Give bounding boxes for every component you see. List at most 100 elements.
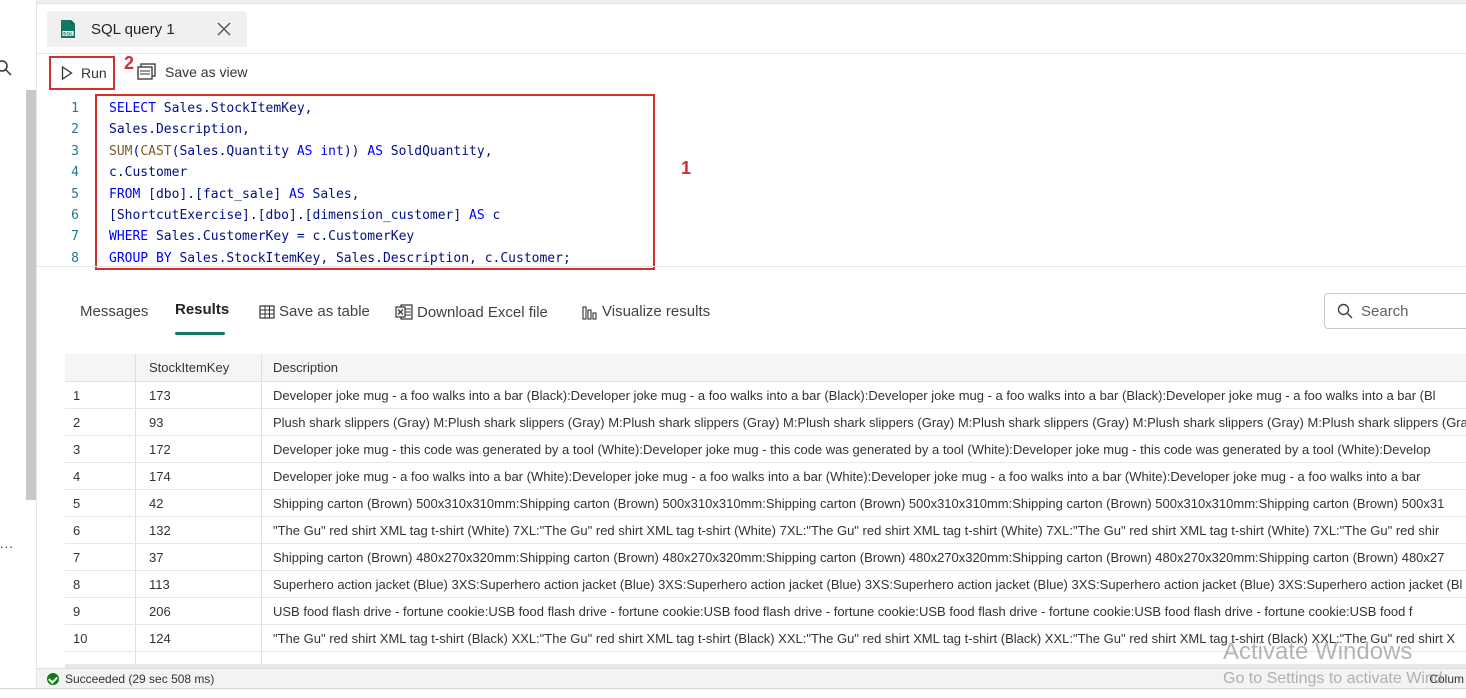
save-as-view-button[interactable]: Save as view	[137, 63, 247, 81]
line-number: 2	[71, 122, 79, 138]
cell-description[interactable]: Superhero action jacket (Blue) 3XS:Super…	[273, 571, 1466, 598]
code-area[interactable]: SELECT Sales.StockItemKey, Sales.Descrip…	[109, 98, 571, 269]
table-row[interactable]: 8 113 Superhero action jacket (Blue) 3XS…	[65, 571, 1466, 598]
save-as-table-label: Save as table	[279, 303, 370, 320]
row-index: 8	[73, 577, 81, 592]
code-line: c.Customer	[109, 165, 188, 181]
code-line: FROM [dbo].[fact_sale] AS Sales,	[109, 186, 360, 202]
row-index: 6	[73, 523, 81, 538]
excel-icon	[395, 304, 413, 320]
status-bar: Succeeded (29 sec 508 ms) Colum	[37, 668, 1466, 688]
code-line: Sales.Description,	[109, 122, 250, 138]
app-window: ... SQL SQL query 1 Run 2 Save as view 1…	[0, 0, 1466, 698]
row-index: 2	[73, 415, 81, 430]
visualize-results-button[interactable]: Visualize results	[582, 303, 710, 320]
run-button[interactable]: Run	[49, 56, 115, 90]
table-row[interactable]: 1 173 Developer joke mug - a foo walks i…	[65, 382, 1466, 409]
cell-description[interactable]: Developer joke mug - this code was gener…	[273, 436, 1466, 463]
left-rail: ...	[0, 0, 37, 698]
close-icon[interactable]	[215, 20, 233, 38]
cell-description[interactable]: Shipping carton (Brown) 480x270x320mm:Sh…	[273, 544, 1466, 571]
tab-results[interactable]: Results	[175, 301, 229, 318]
code-line: SELECT Sales.StockItemKey,	[109, 101, 313, 116]
callout-number-editor: 1	[681, 158, 692, 178]
sql-file-icon: SQL	[61, 20, 75, 38]
code-line: SUM(CAST(Sales.Quantity AS int)) AS Sold…	[109, 143, 493, 159]
row-index: 3	[73, 442, 81, 457]
table-row[interactable]: 9 206 USB food flash drive - fortune coo…	[65, 598, 1466, 625]
row-index: 4	[73, 469, 81, 484]
tab-messages[interactable]: Messages	[80, 303, 148, 320]
table-row[interactable]: 10 124 "The Gu" red shirt XML tag t-shir…	[65, 625, 1466, 652]
sql-editor[interactable]: 1 2 3 4 5 6 7 8 SELECT Sales.StockItemKe…	[37, 93, 1466, 270]
column-status[interactable]: Colum	[1429, 672, 1464, 686]
status-text: Succeeded (29 sec 508 ms)	[65, 671, 215, 686]
cell-description[interactable]: "The Gu" red shirt XML tag t-shirt (Blac…	[273, 625, 1466, 652]
tab-bar: SQL SQL query 1	[37, 4, 1466, 54]
download-excel-button[interactable]: Download Excel file	[395, 303, 548, 321]
results-grid[interactable]: StockItemKey Description 1 173 Developer…	[65, 354, 1466, 664]
active-tab-indicator	[175, 332, 225, 335]
table-icon	[259, 304, 275, 319]
cell-stockitemkey[interactable]: 174	[149, 463, 259, 490]
cell-stockitemkey[interactable]: 42	[149, 490, 259, 517]
window-bottom-edge	[0, 688, 1466, 698]
save-as-table-button[interactable]: Save as table	[259, 303, 370, 320]
cell-stockitemkey[interactable]: 172	[149, 436, 259, 463]
cell-stockitemkey[interactable]: 124	[149, 625, 259, 652]
code-line: [ShortcutExercise].[dbo].[dimension_cust…	[109, 207, 501, 223]
cell-description[interactable]: Developer joke mug - a foo walks into a …	[273, 463, 1466, 490]
line-number: 1	[71, 101, 79, 116]
results-toolbar: Messages Results Save as table Download …	[37, 288, 1466, 335]
cell-stockitemkey[interactable]: 206	[149, 598, 259, 625]
table-row[interactable]: 3 172 Developer joke mug - this code was…	[65, 436, 1466, 463]
callout-number-run: 2	[124, 53, 135, 73]
line-number: 6	[71, 207, 79, 223]
save-as-view-label: Save as view	[165, 64, 248, 80]
run-label: Run	[81, 65, 107, 81]
line-number: 3	[71, 143, 79, 159]
table-row[interactable]: 4 174 Developer joke mug - a foo walks i…	[65, 463, 1466, 490]
row-index: 9	[73, 604, 81, 619]
tab-sql-query[interactable]: SQL SQL query 1	[47, 11, 247, 47]
search-icon	[1337, 303, 1353, 319]
row-index: 1	[73, 388, 81, 403]
visualize-results-label: Visualize results	[602, 303, 711, 320]
cell-stockitemkey[interactable]: 113	[149, 571, 259, 598]
tab-title: SQL query 1	[91, 20, 175, 38]
cell-stockitemkey[interactable]: 37	[149, 544, 259, 571]
cell-description[interactable]: Developer joke mug - a foo walks into a …	[273, 382, 1466, 409]
table-row[interactable]: 6 132 "The Gu" red shirt XML tag t-shirt…	[65, 517, 1466, 544]
grid-header: StockItemKey Description	[65, 354, 1466, 382]
line-number: 5	[71, 186, 79, 202]
cell-description[interactable]: Plush shark slippers (Gray) M:Plush shar…	[273, 409, 1466, 436]
query-toolbar: Run 2 Save as view	[37, 53, 1466, 93]
column-header-description[interactable]: Description	[273, 354, 338, 382]
play-icon	[61, 66, 73, 80]
cell-stockitemkey[interactable]: 93	[149, 409, 259, 436]
cell-description[interactable]: Shipping carton (Brown) 500x310x310mm:Sh…	[273, 490, 1466, 517]
chart-icon	[582, 305, 597, 320]
line-numbers: 1 2 3 4 5 6 7 8	[37, 98, 87, 269]
save-view-icon	[137, 63, 156, 80]
success-icon	[47, 672, 59, 685]
search-input[interactable]	[1361, 302, 1466, 320]
cell-description[interactable]: USB food flash drive - fortune cookie:US…	[273, 598, 1466, 625]
column-header-stockitemkey[interactable]: StockItemKey	[149, 354, 229, 382]
rail-scrollbar[interactable]	[26, 90, 36, 500]
row-index: 7	[73, 550, 81, 565]
cell-description[interactable]: "The Gu" red shirt XML tag t-shirt (Whit…	[273, 517, 1466, 544]
line-number: 4	[71, 165, 79, 181]
results-search-box[interactable]	[1324, 293, 1466, 329]
cell-stockitemkey[interactable]: 132	[149, 517, 259, 544]
more-icon[interactable]: ...	[0, 536, 14, 551]
cell-stockitemkey[interactable]: 173	[149, 382, 259, 409]
table-row[interactable]: 7 37 Shipping carton (Brown) 480x270x320…	[65, 544, 1466, 571]
search-icon[interactable]	[0, 60, 12, 76]
row-index: 5	[73, 496, 81, 511]
editor-divider[interactable]	[37, 266, 1466, 267]
row-index: 10	[73, 631, 88, 646]
table-row[interactable]: 2 93 Plush shark slippers (Gray) M:Plush…	[65, 409, 1466, 436]
table-row[interactable]: 5 42 Shipping carton (Brown) 500x310x310…	[65, 490, 1466, 517]
download-excel-label: Download Excel file	[417, 303, 548, 321]
